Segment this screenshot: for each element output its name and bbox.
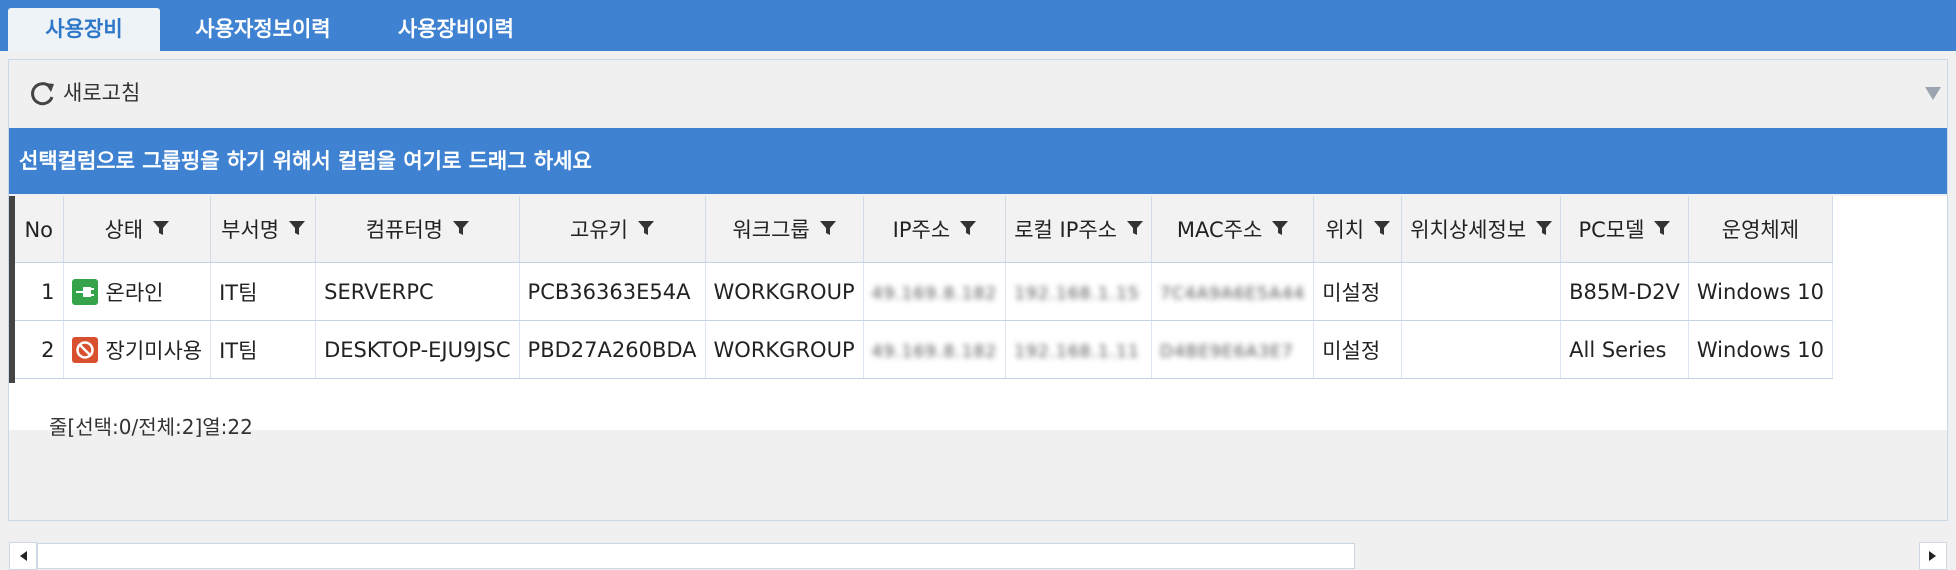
table-row[interactable]: 1 온라인 IT팀 SERVERPC PCB36363E54A WORKGROU… [15,262,1834,321]
cell-location-detail [1401,262,1562,321]
filter-icon[interactable] [638,217,655,241]
scroll-right-icon[interactable] [1919,542,1947,570]
col-header-os[interactable]: 운영체제 [1688,196,1834,263]
tab-device-history[interactable]: 사용장비이력 [370,8,542,51]
table-row[interactable]: 2 장기미사용 IT팀 DESKTOP-EJU9JSC PBD27A260BDA… [15,320,1834,379]
cell-status: 온라인 [63,262,212,321]
cell-location: 미설정 [1313,262,1403,321]
cell-workgroup: WORKGROUP [705,262,864,321]
cell-ip: 49.169.8.182 [863,320,1007,379]
cell-status: 장기미사용 [63,320,212,379]
col-header-model[interactable]: PC모델 [1560,196,1689,263]
col-header-local-ip[interactable]: 로컬 IP주소 [1005,196,1152,263]
col-header-key[interactable]: 고유키 [519,196,706,263]
refresh-icon [31,82,54,106]
table-header-row: No 상태 부서명 컴퓨터명 고유키 워크그룹 IP주소 로컬 IP주소 MAC… [15,196,1834,263]
refresh-label: 새로고침 [63,81,141,105]
cell-mac: D4BE9E6A3E7 [1151,320,1315,379]
col-header-computer[interactable]: 컴퓨터명 [315,196,520,263]
cell-computer: SERVERPC [315,262,520,321]
toolbar-filter-icon[interactable] [1925,86,1941,105]
cell-location-detail [1401,320,1562,379]
cell-local-ip: 192.168.1.15 [1005,262,1152,321]
col-header-location-detail[interactable]: 위치상세정보 [1401,196,1562,263]
cell-model: B85M-D2V [1560,262,1689,321]
cell-mac: 7C4A9A6E5A44 [1151,262,1315,321]
cell-os: Windows 10 [1688,320,1834,379]
col-header-location[interactable]: 위치 [1313,196,1403,263]
status-label: 장기미사용 [105,338,203,363]
filter-icon[interactable] [1272,217,1289,241]
cell-no: 2 [15,320,64,379]
group-by-drop-zone[interactable]: 선택컬럼으로 그룹핑을 하기 위해서 컬럼을 여기로 드래그 하세요 [9,128,1947,194]
filter-icon[interactable] [960,217,977,241]
device-grid: No 상태 부서명 컴퓨터명 고유키 워크그룹 IP주소 로컬 IP주소 MAC… [9,196,1947,570]
filter-icon[interactable] [1654,217,1671,241]
tab-bar: 사용장비 사용자정보이력 사용장비이력 [0,0,1956,51]
filter-icon[interactable] [819,217,836,241]
horizontal-scrollbar[interactable] [9,542,1947,570]
col-header-no[interactable]: No [15,196,64,263]
cell-model: All Series [1560,320,1689,379]
filter-icon[interactable] [1536,217,1553,241]
grid-status-footer: 줄[선택:0/전체:2]열:22 [49,415,253,439]
cell-ip: 49.169.8.182 [863,262,1007,321]
tab-devices[interactable]: 사용장비 [8,8,160,51]
cell-key: PCB36363E54A [519,262,706,321]
scrollbar-thumb[interactable] [37,543,1355,569]
filter-icon[interactable] [452,217,469,241]
plug-online-icon [71,278,98,305]
scroll-left-icon[interactable] [9,542,37,570]
content-panel: 새로고침 선택컬럼으로 그룹핑을 하기 위해서 컬럼을 여기로 드래그 하세요 … [8,59,1948,570]
device-table: No 상태 부서명 컴퓨터명 고유키 워크그룹 IP주소 로컬 IP주소 MAC… [15,196,1834,379]
filter-icon[interactable] [153,217,170,241]
cell-os: Windows 10 [1688,262,1834,321]
col-header-mac[interactable]: MAC주소 [1151,196,1315,263]
col-header-dept[interactable]: 부서명 [210,196,317,263]
toolbar: 새로고침 [9,60,1947,126]
cell-local-ip: 192.168.1.11 [1005,320,1152,379]
status-label: 온라인 [105,280,164,305]
col-header-ip[interactable]: IP주소 [863,196,1007,263]
cell-computer: DESKTOP-EJU9JSC [315,320,520,379]
filter-icon[interactable] [1127,217,1143,241]
filter-icon[interactable] [1374,217,1391,241]
cell-workgroup: WORKGROUP [705,320,864,379]
cell-key: PBD27A260BDA [519,320,706,379]
tab-user-history[interactable]: 사용자정보이력 [164,8,362,51]
cell-no: 1 [15,262,64,321]
col-header-status[interactable]: 상태 [63,196,212,263]
col-header-workgroup[interactable]: 워크그룹 [705,196,864,263]
no-entry-icon [71,336,98,363]
cell-location: 미설정 [1313,320,1403,379]
filter-icon[interactable] [289,217,306,241]
cell-dept: IT팀 [210,262,317,321]
refresh-button[interactable]: 새로고침 [29,78,140,108]
cell-dept: IT팀 [210,320,317,379]
